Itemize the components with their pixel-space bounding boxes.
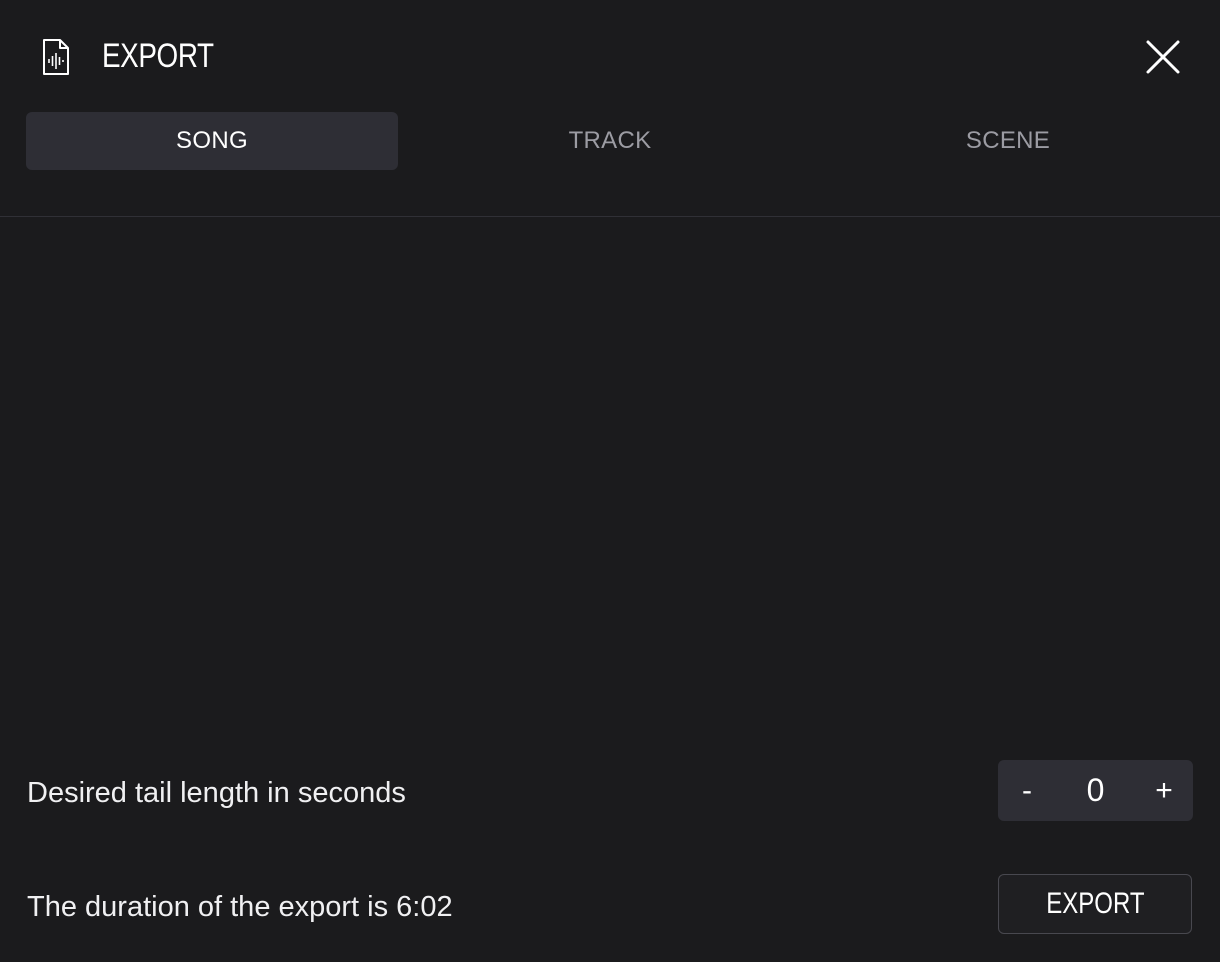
- tab-song[interactable]: SONG: [26, 112, 398, 170]
- export-button[interactable]: EXPORT: [998, 874, 1192, 934]
- export-duration-text: The duration of the export is 6:02: [27, 891, 453, 923]
- close-button[interactable]: [1140, 34, 1186, 80]
- export-tabs: SONG TRACK SCENE: [26, 112, 1220, 170]
- tab-scene[interactable]: SCENE: [822, 112, 1194, 170]
- export-dialog: EXPORT SONG TRACK SCENE Desired tail len…: [0, 0, 1220, 962]
- tail-length-label: Desired tail length in seconds: [27, 777, 406, 809]
- tab-song-label: SONG: [176, 127, 248, 154]
- tab-scene-label: SCENE: [965, 127, 1051, 154]
- increment-button[interactable]: +: [1135, 760, 1193, 821]
- tail-length-value: 0: [1086, 772, 1105, 808]
- tail-length-stepper: - 0 +: [998, 760, 1193, 821]
- audio-file-icon: [42, 38, 70, 76]
- header-divider: [0, 216, 1220, 217]
- tab-track[interactable]: TRACK: [398, 112, 822, 170]
- export-button-label: EXPORT: [1045, 887, 1145, 920]
- dialog-header: EXPORT: [0, 0, 1220, 112]
- tab-track-label: TRACK: [568, 127, 652, 154]
- dialog-title: EXPORT: [102, 37, 214, 75]
- close-icon: [1146, 40, 1180, 74]
- decrement-button[interactable]: -: [998, 760, 1056, 821]
